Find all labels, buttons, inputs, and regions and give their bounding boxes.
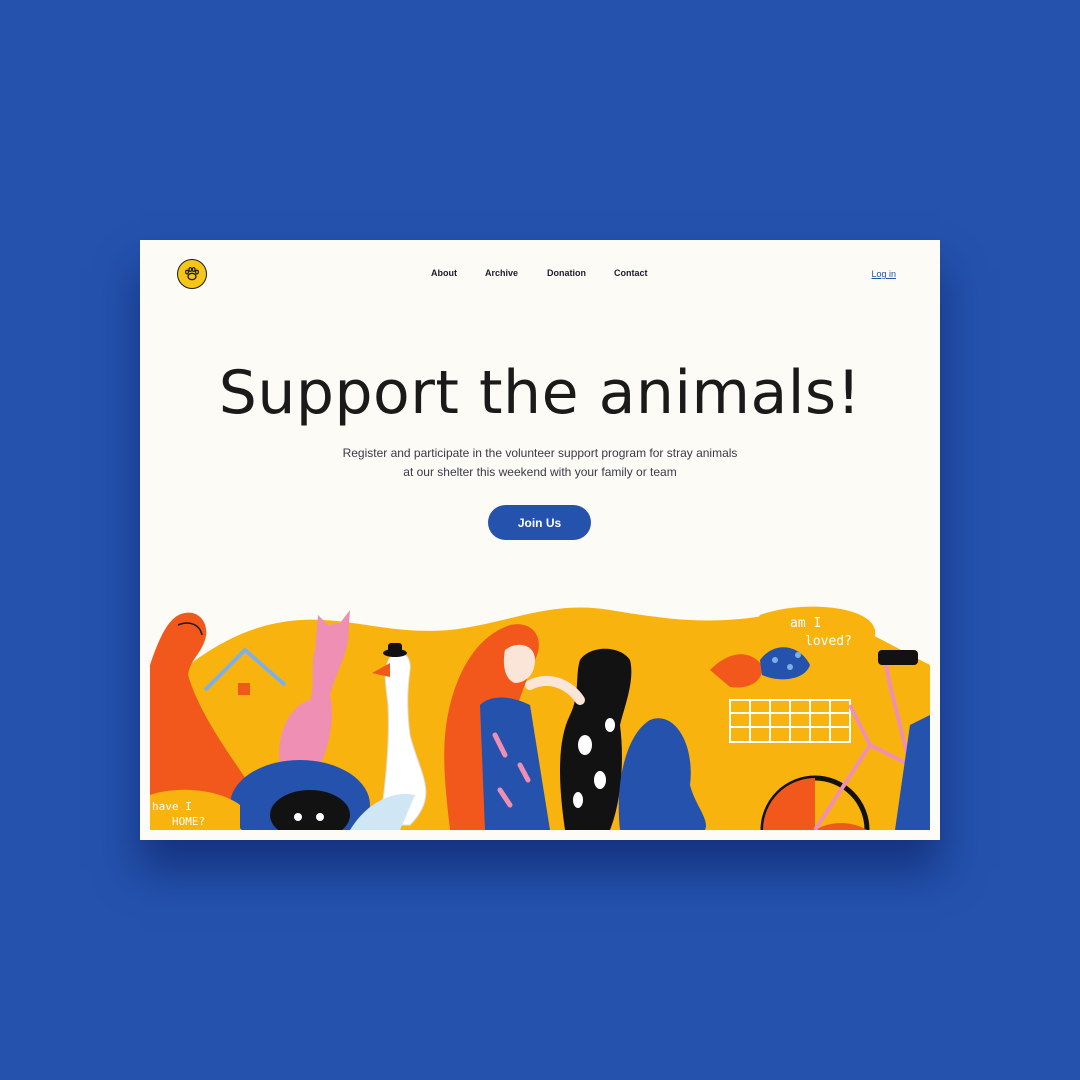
nav-item-donation[interactable]: Donation (547, 268, 586, 278)
bubble-line1: am I (790, 616, 821, 631)
bubble-line2: loved? (805, 634, 852, 649)
hero-illustration: am I loved? have I HOME? (150, 606, 930, 830)
hero-subtitle-line2: at our shelter this weekend with your fa… (403, 465, 677, 479)
login-link[interactable]: Log in (871, 269, 896, 279)
main-nav: About Archive Donation Contact (140, 268, 940, 282)
corner-note-line1: have I (152, 800, 192, 813)
join-us-button[interactable]: Join Us (488, 505, 591, 540)
nav-item-contact[interactable]: Contact (614, 268, 648, 278)
landing-page-card: About Archive Donation Contact Log in Su… (140, 240, 940, 840)
hero-subtitle-line1: Register and participate in the voluntee… (342, 446, 738, 460)
nav-item-archive[interactable]: Archive (485, 268, 518, 278)
nav-item-about[interactable]: About (431, 268, 457, 278)
corner-note-line2: HOME? (172, 815, 205, 828)
hero-title: Support the animals! (218, 358, 862, 428)
